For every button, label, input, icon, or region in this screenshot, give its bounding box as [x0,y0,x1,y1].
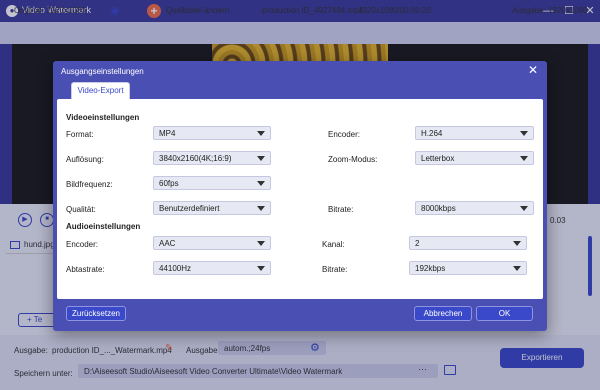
chevron-down-icon [520,156,528,161]
chevron-down-icon [520,206,528,211]
channel-label: Kanal: [322,240,345,249]
quality-select[interactable]: Benutzerdefiniert [153,201,271,215]
resolution-select[interactable]: 3840x2160(4K;16:9) [153,151,271,165]
chevron-down-icon [257,156,265,161]
quality-value: Benutzerdefiniert [159,204,220,213]
samplerate-label: Abtastrate: [66,265,105,274]
dialog-title: Ausgangseinstellungen [61,67,144,76]
audio-encoder-select[interactable]: AAC [153,236,271,250]
audio-bitrate-value: 192kbps [415,264,446,273]
bitrate-value: 8000kbps [421,204,456,213]
samplerate-value: 44100Hz [159,264,192,273]
chevron-down-icon [513,266,521,271]
video-settings-heading: Videoeinstellungen [66,113,140,122]
tab-video-export[interactable]: Video-Export [71,82,130,99]
format-select[interactable]: MP4 [153,126,271,140]
chevron-down-icon [257,131,265,136]
framerate-value: 60fps [159,179,179,188]
encoder-select[interactable]: H.264 [415,126,534,140]
audio-settings-heading: Audioeinstellungen [66,222,141,231]
zoom-mode-select[interactable]: Letterbox [415,151,534,165]
samplerate-select[interactable]: 44100Hz [153,261,271,275]
bitrate-select[interactable]: 8000kbps [415,201,534,215]
chevron-down-icon [257,241,265,246]
chevron-down-icon [257,266,265,271]
channel-value: 2 [415,239,420,248]
channel-select[interactable]: 2 [409,236,527,250]
dialog-close-icon[interactable]: ✕ [528,63,538,77]
bitrate-label: Bitrate: [328,205,354,214]
reset-button[interactable]: Zurücksetzen [66,306,126,321]
chevron-down-icon [520,131,528,136]
ok-button[interactable]: OK [476,306,533,321]
audio-encoder-label: Encoder: [66,240,99,249]
format-label: Format: [66,130,94,139]
resolution-value: 3840x2160(4K;16:9) [159,154,232,163]
chevron-down-icon [257,206,265,211]
audio-bitrate-label: Bitrate: [322,265,348,274]
chevron-down-icon [257,181,265,186]
framerate-label: Bildfrequenz: [66,180,113,189]
zoom-mode-value: Letterbox [421,154,455,163]
encoder-label: Encoder: [328,130,361,139]
quality-label: Qualität: [66,205,96,214]
zoom-mode-label: Zoom-Modus: [328,155,378,164]
resolution-label: Auflösung: [66,155,104,164]
encoder-value: H.264 [421,129,443,138]
format-value: MP4 [159,129,176,138]
chevron-down-icon [513,241,521,246]
cancel-button[interactable]: Abbrechen [414,306,472,321]
audio-bitrate-select[interactable]: 192kbps [409,261,527,275]
audio-encoder-value: AAC [159,239,176,248]
framerate-select[interactable]: 60fps [153,176,271,190]
